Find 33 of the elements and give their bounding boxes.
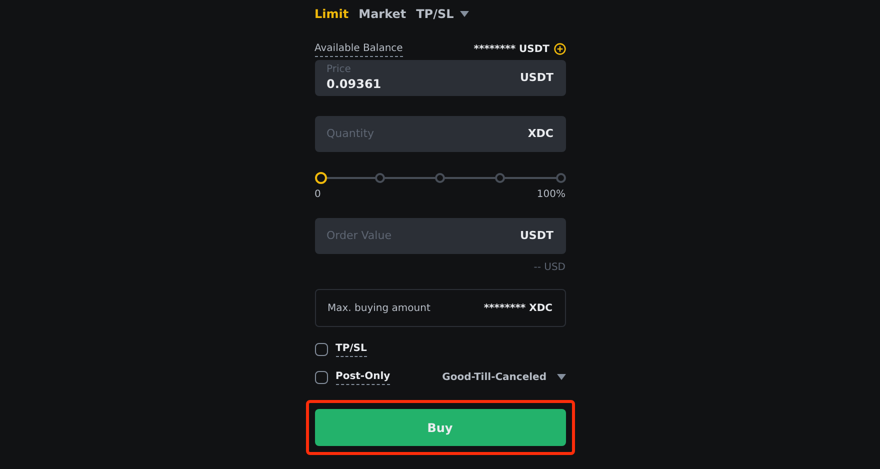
field-placeholder: Order Value [326, 228, 392, 244]
slider-thumb[interactable] [314, 172, 326, 184]
unit-label: XDC [528, 126, 554, 142]
max-buying-label: Max. buying amount [328, 302, 430, 316]
field-placeholder: Quantity [326, 126, 374, 142]
slider-max-label: 100% [536, 188, 566, 202]
input-field[interactable]: Order Value USDT [314, 218, 566, 254]
slider-mark[interactable] [495, 173, 506, 183]
checkbox[interactable] [314, 370, 328, 384]
add-icon[interactable] [554, 43, 566, 55]
order-tab[interactable]: Market [358, 5, 406, 23]
time-in-force-select[interactable]: Good-Till-Canceled [442, 370, 546, 384]
slider[interactable] [314, 172, 566, 184]
max-buying-value: ******** XDC [484, 302, 552, 316]
field-value: 0.09361 [326, 76, 382, 92]
input-field[interactable]: Price 0.09361 USDT [314, 60, 566, 96]
usd-estimate: -- USD [534, 261, 566, 275]
slider-min-label: 0 [314, 188, 321, 202]
field-label: Price [326, 64, 352, 76]
slider-mark[interactable] [435, 173, 445, 183]
checkbox[interactable] [314, 342, 328, 356]
slider-mark[interactable] [374, 173, 385, 183]
option-label: TP/SL [336, 341, 367, 357]
caret-icon [556, 374, 566, 380]
option-label: Post-Only [336, 369, 390, 385]
slider-mark[interactable] [556, 173, 566, 183]
balance-label: Available Balance [314, 41, 403, 57]
balance-value: ******** USDT [474, 42, 550, 56]
input-field[interactable]: Quantity XDC [314, 116, 566, 152]
unit-label: USDT [520, 70, 554, 86]
order-tab[interactable]: Limit [314, 5, 349, 23]
order-tab[interactable]: TP/SL [416, 5, 469, 23]
unit-label: USDT [520, 228, 554, 244]
